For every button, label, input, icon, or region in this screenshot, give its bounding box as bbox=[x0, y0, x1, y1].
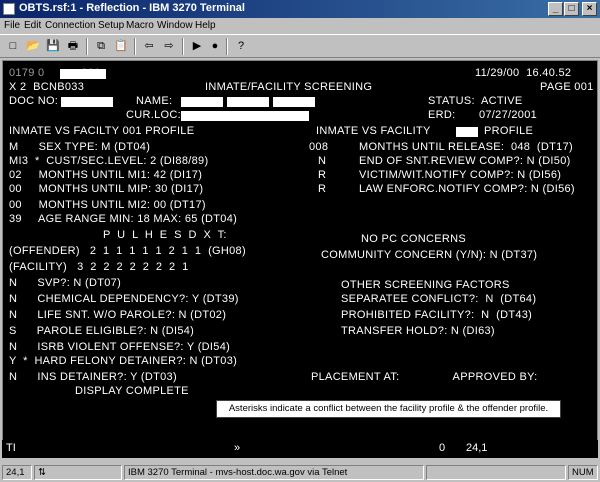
name-label: NAME: bbox=[136, 95, 173, 107]
sex-type-line: M SEX TYPE: M (DT04) bbox=[9, 141, 151, 153]
oia-arrow: » bbox=[234, 442, 241, 454]
svp-line: N SVP?: N (DT07) bbox=[9, 277, 122, 289]
display-complete: DISPLAY COMPLETE bbox=[75, 385, 189, 397]
conflict-tooltip: Asterisks indicate a conflict between th… bbox=[216, 400, 561, 418]
minimize-button[interactable]: _ bbox=[548, 2, 563, 16]
terminal-screen[interactable]: 0179 0 001 11/29/00 16.40.52 X 2 BCNB033… bbox=[2, 60, 598, 458]
status-num: NUM bbox=[568, 465, 598, 480]
title-bar: OBTS.rsf:1 - Reflection - IBM 3270 Termi… bbox=[0, 0, 600, 18]
network-icon: ⇅ bbox=[38, 467, 46, 478]
status-session: IBM 3270 Terminal - mvs-host.doc.wa.gov … bbox=[124, 465, 424, 480]
oia-indicator: TI bbox=[6, 442, 16, 454]
window-title: OBTS.rsf:1 - Reflection - IBM 3270 Termi… bbox=[19, 2, 245, 14]
redacted-field bbox=[60, 69, 106, 79]
doc-no-label: DOC NO: bbox=[9, 95, 59, 107]
parole-eligible-line: S PAROLE ELIGIBLE?: N (DI54) bbox=[9, 325, 195, 337]
victim-notify-flag: R bbox=[318, 169, 327, 181]
transfer-hold: TRANSFER HOLD?: N (DI63) bbox=[341, 325, 495, 337]
status-bar: 24,1 ⇅ IBM 3270 Terminal - mvs-host.doc.… bbox=[0, 462, 600, 482]
community-concern: COMMUNITY CONCERN (Y/N): N (DT37) bbox=[321, 249, 538, 261]
status-empty bbox=[426, 465, 566, 480]
months-mi2-line: 00 MONTHS UNTIL MI2: 00 (DT17) bbox=[9, 199, 206, 211]
snt-review: END OF SNT.REVIEW COMP?: N (DI50) bbox=[359, 155, 571, 167]
status: STATUS: ACTIVE bbox=[428, 95, 523, 107]
print-icon[interactable]: 🖶 bbox=[64, 38, 82, 55]
name-field-2[interactable] bbox=[227, 97, 269, 107]
cur-loc-field[interactable] bbox=[181, 111, 309, 121]
months-until-release: MONTHS UNTIL RELEASE: 048 (DT17) bbox=[359, 141, 573, 153]
new-icon[interactable]: □ bbox=[4, 38, 22, 55]
toolbar-separator bbox=[182, 38, 184, 55]
months-mip-line: 00 MONTHS UNTIL MIP: 30 (DI17) bbox=[9, 183, 204, 195]
reflection-app-icon[interactable] bbox=[3, 3, 15, 15]
menu-connection[interactable]: Connection bbox=[45, 20, 96, 31]
menu-bar: File Edit Connection Setup Macro Window … bbox=[0, 18, 600, 34]
facility-code-field[interactable] bbox=[456, 127, 478, 137]
months-mi1-line: 02 MONTHS UNTIL MI1: 42 (DI17) bbox=[9, 169, 203, 181]
context-help-icon[interactable]: ? bbox=[232, 38, 250, 55]
other-screening-factors: OTHER SCREENING FACTORS bbox=[341, 279, 510, 291]
open-icon[interactable]: 📂 bbox=[24, 38, 42, 55]
menu-window[interactable]: Window bbox=[157, 20, 193, 31]
maximize-button[interactable]: □ bbox=[564, 2, 579, 16]
receive-icon[interactable]: ⇨ bbox=[160, 38, 178, 55]
toolbar-separator bbox=[226, 38, 228, 55]
separatee-conflict: SEPARATEE CONFLICT?: N (DT64) bbox=[341, 293, 537, 305]
record-macro-icon[interactable]: ● bbox=[206, 38, 224, 55]
ins-detainer-line: N INS DETAINER?: Y (DT03) bbox=[9, 371, 177, 383]
menu-macro[interactable]: Macro bbox=[126, 20, 154, 31]
pulhes-header: P U L H E S D X T: bbox=[103, 229, 227, 241]
toolbar-separator bbox=[134, 38, 136, 55]
menu-setup[interactable]: Setup bbox=[98, 20, 124, 31]
toolbar: □ 📂 💾 🖶 ⧉ 📋 ⇦ ⇨ ▶ ● ? bbox=[0, 34, 600, 58]
no-pc-concerns: NO PC CONCERNS bbox=[361, 233, 467, 245]
copy-icon[interactable]: ⧉ bbox=[92, 38, 110, 55]
send-icon[interactable]: ⇦ bbox=[140, 38, 158, 55]
oia-zero: 0 bbox=[439, 442, 446, 454]
months-release-code: 008 bbox=[309, 141, 329, 153]
inmate-vs-facility-profile: INMATE VS FACILTY 001 PROFILE bbox=[9, 125, 195, 137]
oia-cursor-pos: 24,1 bbox=[466, 442, 488, 454]
facility-pulhes: (FACILITY) 3 2 2 2 2 2 2 2 1 bbox=[9, 261, 189, 273]
age-range-line: 39 AGE RANGE MIN: 18 MAX: 65 (DT04) bbox=[9, 213, 238, 225]
play-macro-icon[interactable]: ▶ bbox=[188, 38, 206, 55]
menu-file[interactable]: File bbox=[4, 20, 20, 31]
name-field-3[interactable] bbox=[273, 97, 315, 107]
erd: ERD: 07/27/2001 bbox=[428, 109, 538, 121]
save-icon[interactable]: 💾 bbox=[44, 38, 62, 55]
snt-review-flag: N bbox=[318, 155, 327, 167]
offender-pulhes: (OFFENDER) 2 1 1 1 1 1 2 1 1 (GH08) bbox=[9, 245, 246, 257]
page-number: PAGE 001 bbox=[540, 81, 594, 93]
status-connection-icon: ⇅ bbox=[34, 465, 122, 480]
isrb-violent-line: N ISRB VIOLENT OFFENSE?: Y (DI54) bbox=[9, 341, 231, 353]
law-enforc-flag: R bbox=[318, 183, 327, 195]
victim-notify: VICTIM/WIT.NOTIFY COMP?: N (DI56) bbox=[359, 169, 562, 181]
placement-approved: PLACEMENT AT: APPROVED BY: bbox=[311, 371, 538, 383]
name-field-1[interactable] bbox=[181, 97, 223, 107]
close-button[interactable]: × bbox=[582, 2, 597, 16]
cur-loc-label: CUR.LOC: bbox=[126, 109, 181, 121]
hard-felony-line: Y * HARD FELONY DETAINER?: N (DT03) bbox=[9, 355, 238, 367]
law-enforc-notify: LAW ENFORC.NOTIFY COMP?: N (DI56) bbox=[359, 183, 575, 195]
prohibited-facility: PROHIBITED FACILITY?: N (DT43) bbox=[341, 309, 533, 321]
menu-help[interactable]: Help bbox=[195, 20, 216, 31]
date-time: 11/29/00 16.40.52 bbox=[475, 67, 572, 79]
chemical-dependency-line: N CHEMICAL DEPENDENCY?: Y (DT39) bbox=[9, 293, 239, 305]
profile-label: PROFILE bbox=[484, 125, 534, 137]
cust-sec-level-line: MI3 * CUST/SEC.LEVEL: 2 (DI88/89) bbox=[9, 155, 209, 167]
inmate-vs-facility-right: INMATE VS FACILITY bbox=[316, 125, 431, 137]
operator-info-area: TI » 0 24,1 bbox=[2, 440, 598, 458]
screen-title: INMATE/FACILITY SCREENING bbox=[205, 81, 373, 93]
toolbar-separator bbox=[86, 38, 88, 55]
menu-edit[interactable]: Edit bbox=[24, 20, 41, 31]
doc-no-field[interactable] bbox=[61, 97, 113, 107]
life-snt-line: N LIFE SNT. W/O PAROLE?: N (DT02) bbox=[9, 309, 227, 321]
screen-code: X 2 BCNB033 bbox=[9, 81, 85, 93]
paste-icon[interactable]: 📋 bbox=[112, 38, 130, 55]
status-cursor-pos: 24,1 bbox=[2, 465, 32, 480]
